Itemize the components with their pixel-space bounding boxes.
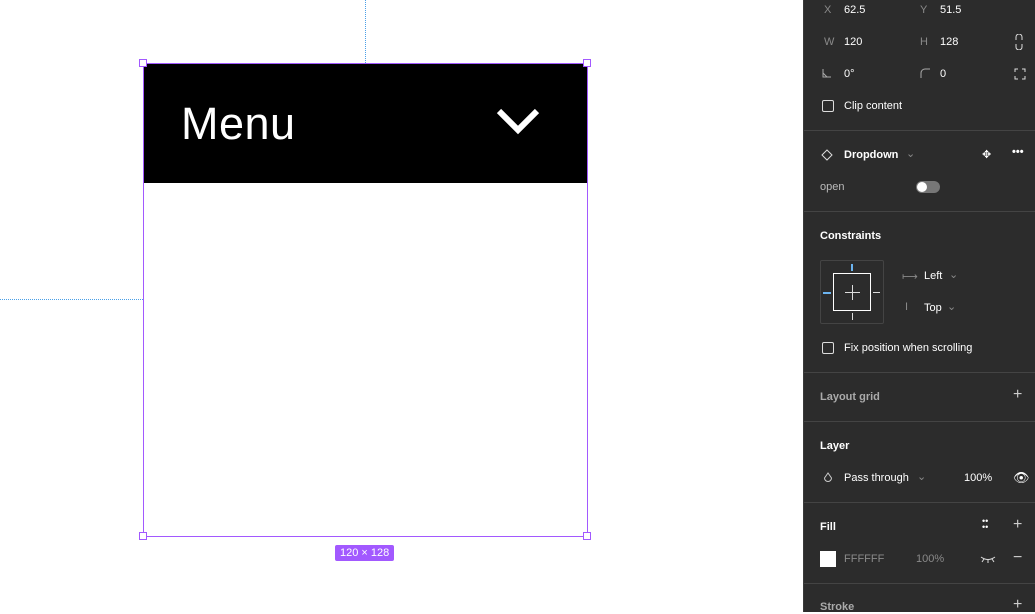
eye-closed-icon[interactable] [980, 555, 996, 563]
canvas[interactable]: Menu 120 × 128 [0, 0, 803, 612]
clip-content-checkbox[interactable] [822, 100, 834, 112]
fill-opacity-input[interactable]: 100% [916, 553, 944, 565]
rotation-icon [822, 69, 831, 78]
vertical-constraint-icon: I [905, 301, 909, 313]
blend-mode-select[interactable]: Pass through [844, 472, 909, 484]
corner-radius-input[interactable]: 0 [940, 68, 946, 80]
remove-fill-icon[interactable]: − [1013, 549, 1022, 567]
size-badge: 120 × 128 [335, 545, 395, 561]
y-label: Y [920, 4, 928, 16]
fix-position-label: Fix position when scrolling [844, 342, 973, 354]
add-stroke-icon[interactable]: + [1013, 596, 1022, 614]
styles-icon[interactable]: •• •• [982, 517, 988, 532]
w-input[interactable]: 120 [844, 36, 862, 48]
horizontal-constraint-select[interactable]: Left [924, 270, 942, 282]
component-instance-icon [821, 149, 833, 161]
fill-hex-input[interactable]: FFFFFF [844, 553, 884, 565]
corner-radius-icon [920, 68, 930, 78]
resize-handle-bottom-left[interactable] [139, 532, 147, 540]
layer-opacity-input[interactable]: 100% [964, 472, 992, 484]
dropdown-header[interactable]: Menu [144, 64, 587, 183]
x-input[interactable]: 62.5 [844, 4, 865, 16]
stroke-title: Stroke [820, 601, 855, 613]
fill-title: Fill [820, 521, 836, 533]
chevron-down-icon[interactable]: ⌄ [949, 268, 958, 281]
component-name[interactable]: Dropdown [844, 149, 898, 161]
layout-grid-title: Layout grid [820, 391, 880, 403]
chevron-down-icon[interactable]: ⌄ [947, 300, 956, 313]
resize-handle-bottom-right[interactable] [583, 532, 591, 540]
h-input[interactable]: 128 [940, 36, 958, 48]
menu-label: Menu [181, 98, 296, 149]
add-layout-grid-icon[interactable]: + [1013, 386, 1022, 404]
resize-handle-top-left[interactable] [139, 59, 147, 67]
layer-title: Layer [820, 440, 850, 452]
w-label: W [824, 36, 835, 48]
vertical-constraint-select[interactable]: Top [924, 302, 942, 314]
properties-panel: X 62.5 Y 51.5 W 120 H 128 0° 0 Clip cont… [803, 0, 1035, 614]
independent-corners-icon[interactable] [1014, 68, 1026, 80]
property-label: open [820, 181, 845, 193]
resize-handle-top-right[interactable] [583, 59, 591, 67]
rotation-input[interactable]: 0° [844, 68, 855, 80]
constrain-proportions-icon[interactable] [1015, 34, 1023, 50]
constraints-widget[interactable] [820, 260, 884, 324]
horizontal-constraint-icon: ⟼ [902, 271, 918, 283]
fix-position-checkbox[interactable] [822, 342, 834, 354]
dropdown-frame[interactable]: Menu [143, 63, 588, 537]
open-toggle[interactable] [916, 181, 940, 193]
blend-mode-icon [823, 472, 833, 482]
x-label: X [824, 4, 832, 16]
h-label: H [920, 36, 928, 48]
add-fill-icon[interactable]: + [1013, 516, 1022, 534]
eye-icon[interactable]: 👁 [1013, 470, 1030, 486]
more-options-icon[interactable]: ••• [1012, 146, 1024, 158]
vertical-guide [365, 0, 366, 63]
chevron-down-icon[interactable]: ⌄ [917, 470, 926, 483]
constraints-title: Constraints [820, 230, 882, 242]
chevron-down-icon [496, 108, 540, 135]
horizontal-guide [0, 299, 143, 300]
clip-content-label: Clip content [844, 100, 903, 112]
chevron-down-icon[interactable]: ⌄ [906, 147, 915, 160]
fill-color-swatch[interactable] [820, 551, 836, 567]
go-to-main-component-icon[interactable]: ✥ [982, 148, 991, 161]
y-input[interactable]: 51.5 [940, 4, 961, 16]
